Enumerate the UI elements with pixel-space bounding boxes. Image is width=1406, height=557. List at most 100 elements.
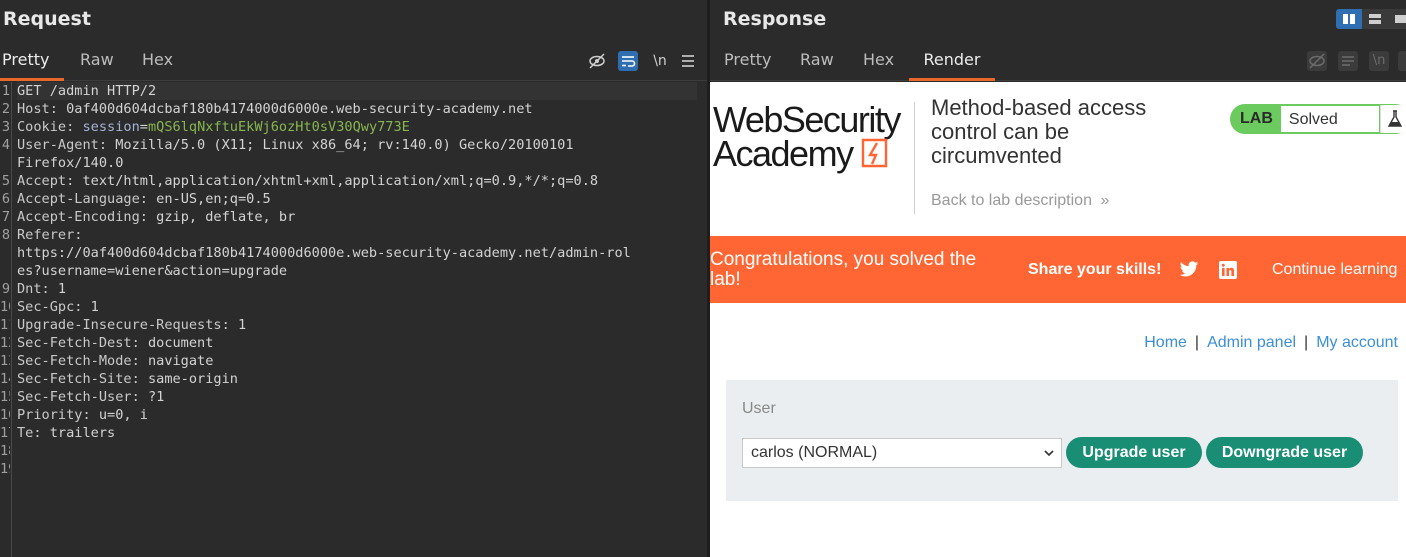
header-name: Cookie:	[17, 119, 75, 135]
continue-learning-link[interactable]: Continue learning »	[1272, 261, 1406, 279]
header-value: navigate	[139, 353, 214, 369]
header-value: ?1	[139, 389, 165, 405]
line-number: 7	[1, 209, 10, 225]
hide-nonprintable-icon[interactable]	[587, 51, 607, 71]
nav-home-link[interactable]: Home	[1144, 334, 1187, 351]
tab-render[interactable]: Render	[909, 41, 995, 81]
back-to-lab-link[interactable]: Back to lab description »	[931, 192, 1109, 210]
header-name: Referer:	[17, 227, 83, 243]
solved-banner: Congratulations, you solved the lab! Sha…	[710, 236, 1406, 303]
line-number: 16	[0, 407, 10, 423]
header-name: Sec-Gpc:	[17, 299, 83, 315]
header-value: u=0, i	[90, 407, 148, 423]
nav-separator: |	[1304, 334, 1309, 351]
request-line: Sec-Fetch-Dest: document	[17, 334, 213, 352]
header-value: same-origin	[139, 371, 238, 387]
line-number	[0, 154, 10, 172]
chevron-down-icon	[1044, 450, 1054, 457]
tab-pretty[interactable]: Pretty	[722, 41, 773, 81]
academy-logo-icon	[861, 138, 888, 168]
lab-status-badge: LAB Solved	[1230, 104, 1406, 134]
line-number: 19	[0, 461, 10, 477]
menu-icon[interactable]	[678, 51, 698, 71]
wrap-lines-icon[interactable]	[618, 51, 638, 71]
flask-icon	[1379, 105, 1406, 133]
user-select[interactable]: carlos (NORMAL)	[742, 438, 1062, 468]
logo-separator	[914, 102, 915, 214]
line-number: 4	[1, 137, 10, 153]
header-value: 1	[229, 317, 247, 333]
tab-raw[interactable]: Raw	[78, 41, 116, 81]
downgrade-user-button[interactable]: Downgrade user	[1206, 437, 1363, 468]
hide-nonprintable-icon	[1307, 51, 1327, 71]
request-line: Sec-Fetch-Site: same-origin	[17, 370, 238, 388]
line-number: 13	[0, 353, 10, 369]
line-number: 3	[1, 119, 10, 135]
show-newlines-toggle[interactable]: \n	[650, 51, 670, 71]
header-value: trailers	[41, 425, 116, 441]
request-line: Accept-Encoding: gzip, deflate, br	[17, 208, 295, 226]
tab-pretty[interactable]: Pretty	[0, 41, 64, 81]
request-line: Host: 0af400d604dcbaf180b4174000d6000e.w…	[17, 100, 533, 118]
nav-separator: |	[1194, 334, 1200, 351]
header-value: Mozilla/5.0 (X11; Linux x86_64; rv:140.0…	[107, 137, 574, 153]
layout-tabs-icon[interactable]	[1388, 9, 1406, 29]
wrap-lines-icon	[1338, 51, 1358, 71]
request-line: Dnt: 1	[17, 280, 66, 298]
cookie-value: mQS6lqNxftuEkWj6ozHt0sV30Qwy773E	[147, 119, 410, 135]
nav-my-account-link[interactable]: My account	[1316, 334, 1398, 351]
lab-status: Solved	[1279, 105, 1380, 133]
tab-hex[interactable]: Hex	[861, 41, 896, 81]
header-name: Priority:	[17, 407, 91, 423]
tab-hex[interactable]: Hex	[140, 41, 175, 81]
cookie-equals: =	[139, 119, 148, 135]
header-name: Accept-Language:	[17, 191, 148, 207]
line-number: 8	[1, 227, 10, 243]
header-value: 0af400d604dcbaf180b4174000d6000e.web-sec…	[57, 101, 533, 117]
chevron-right-icon: »	[1100, 192, 1110, 209]
line-number: 6	[1, 191, 10, 207]
line-number: 15	[0, 389, 10, 405]
line-number	[0, 244, 10, 262]
request-line: https://0af400d604dcbaf180b4174000d6000e…	[17, 244, 631, 262]
header-name: Host:	[17, 101, 58, 117]
request-title: Request	[3, 8, 91, 30]
line-number: 18	[0, 443, 10, 459]
request-line: Firefox/140.0	[17, 154, 123, 172]
request-line: Upgrade-Insecure-Requests: 1	[17, 316, 246, 334]
line-number: 10	[0, 299, 10, 315]
request-line: Accept: text/html,application/xhtml+xml,…	[17, 172, 598, 190]
user-select-value: carlos (NORMAL)	[751, 444, 878, 461]
request-line: Referer:	[17, 226, 82, 244]
upgrade-user-button[interactable]: Upgrade user	[1066, 437, 1202, 468]
user-label: User	[742, 400, 776, 417]
request-line: Te: trailers	[17, 424, 115, 442]
line-number: 5	[1, 173, 10, 189]
linkedin-icon[interactable]	[1219, 261, 1237, 279]
line-number	[0, 262, 10, 280]
line-number: 12	[0, 335, 10, 351]
header-name: Accept-Encoding:	[17, 209, 148, 225]
layout-stacked-icon[interactable]	[1362, 9, 1388, 29]
rendered-page: WebSecurity Academy Method-based access …	[710, 82, 1406, 557]
congrats-text: Congratulations, you solved the lab!	[710, 249, 977, 290]
request-line: Sec-Gpc: 1	[17, 298, 99, 316]
tab-raw[interactable]: Raw	[798, 41, 836, 81]
header-value: 1	[49, 281, 67, 297]
header-name: User-Agent:	[17, 137, 108, 153]
request-line: Priority: u=0, i	[17, 406, 148, 424]
twitter-icon[interactable]	[1179, 261, 1199, 278]
menu-icon	[1398, 51, 1406, 71]
request-pane: Request Pretty Raw Hex \n GET /admin HTT…	[0, 0, 707, 557]
admin-user-form: User carlos (NORMAL) Upgrade user Downgr…	[726, 380, 1398, 501]
line-number: 11	[0, 317, 10, 333]
response-title: Response	[723, 8, 827, 30]
line-text: GET /admin HTTP/2	[17, 83, 157, 99]
request-line: User-Agent: Mozilla/5.0 (X11; Linux x86_…	[17, 136, 574, 154]
lab-badge-label: LAB	[1240, 110, 1273, 127]
header-value: gzip, deflate, br	[147, 209, 296, 225]
nav-admin-panel-link[interactable]: Admin panel	[1207, 334, 1296, 351]
line-number: 2	[1, 101, 10, 117]
layout-side-by-side-icon[interactable]	[1336, 9, 1362, 29]
response-tabs: Pretty Raw Hex Render	[710, 41, 1406, 81]
